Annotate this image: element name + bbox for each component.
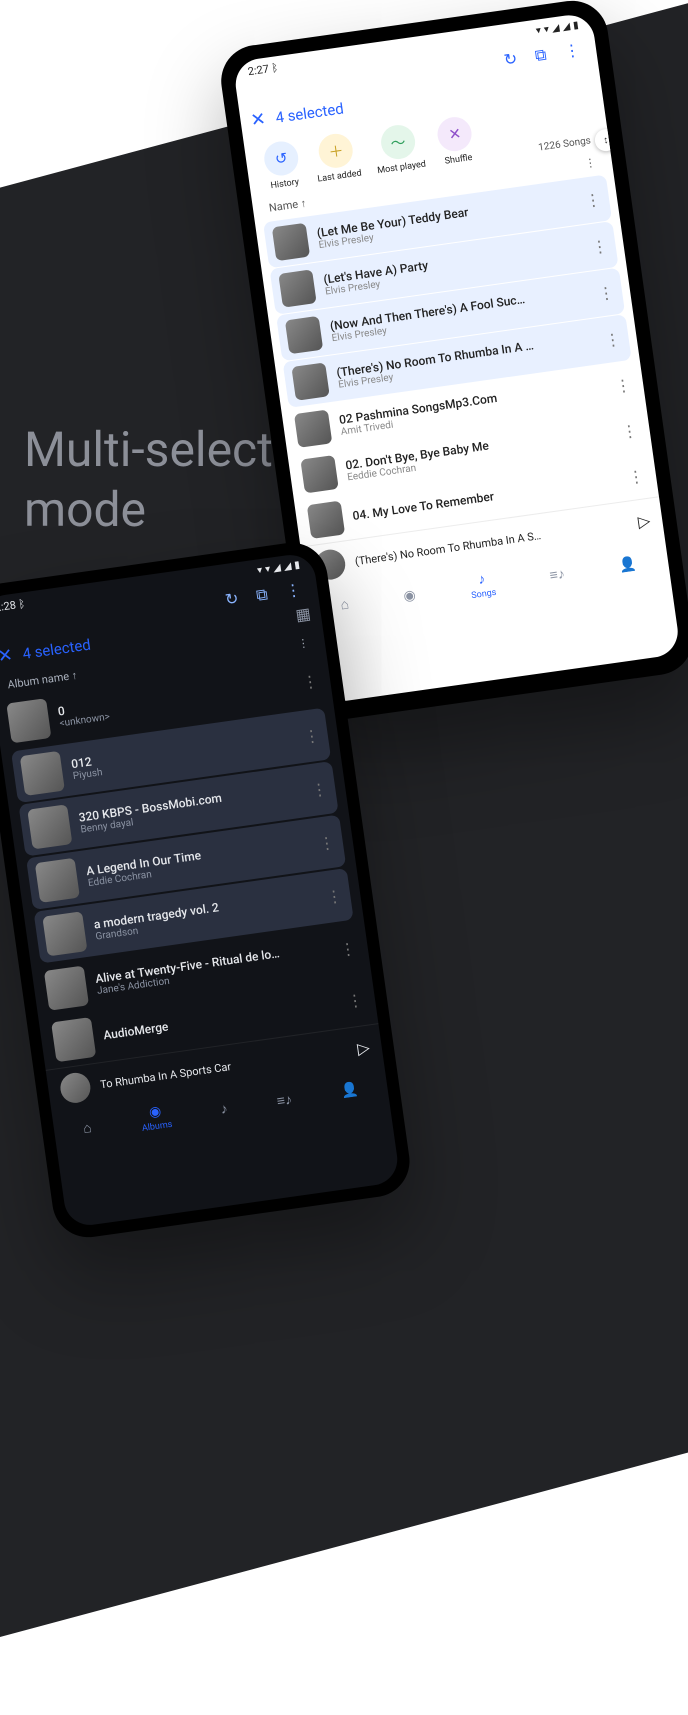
add-playlist-icon[interactable]: ⧉: [534, 45, 548, 66]
album-art: [300, 455, 338, 493]
signal-icon: ◢: [551, 22, 560, 34]
row-overflow-icon[interactable]: ⋮: [627, 466, 645, 487]
row-overflow-icon[interactable]: ⋮: [346, 990, 364, 1011]
nav-label: Albums: [141, 1120, 173, 1134]
nav-home[interactable]: ⌂: [339, 595, 350, 613]
row-overflow-icon[interactable]: ⋮: [301, 671, 319, 692]
refresh-icon[interactable]: ↻: [503, 49, 519, 71]
nav-songs[interactable]: ♪Songs: [468, 569, 497, 601]
wifi-icon: ▾: [264, 563, 271, 575]
row-overflow-icon[interactable]: ⋮: [614, 375, 632, 396]
artist-icon: 👤: [340, 1082, 359, 1100]
wifi-icon: ▾: [256, 564, 263, 576]
chip-label: Last added: [317, 169, 362, 185]
chip-shuffle[interactable]: ✕ Shuffle: [436, 115, 476, 167]
album-art: [44, 966, 89, 1011]
signal-icon: ◢: [272, 562, 281, 574]
chip-label: History: [270, 177, 300, 191]
nav-label: Songs: [471, 588, 497, 601]
status-time: 2:27: [247, 62, 270, 78]
row-overflow-icon[interactable]: ⋮: [338, 938, 356, 959]
signal-icon: ◢: [562, 21, 571, 33]
row-overflow-icon[interactable]: ⋮: [325, 885, 343, 906]
nav-albums[interactable]: ◉Albums: [139, 1102, 173, 1134]
album-art: [294, 409, 332, 447]
nav-songs[interactable]: ♪: [219, 1099, 228, 1117]
now-playing-art: [58, 1071, 92, 1105]
overflow-icon[interactable]: ⋮: [297, 636, 310, 650]
album-art: [42, 911, 87, 956]
album-art: [20, 751, 65, 796]
note-icon: ♪: [477, 570, 486, 588]
refresh-icon[interactable]: ↻: [224, 589, 240, 611]
row-overflow-icon[interactable]: ⋮: [302, 725, 320, 746]
playlist-icon: ≡♪: [548, 565, 565, 584]
nav-home[interactable]: ⌂: [82, 1119, 93, 1137]
album-art: [51, 1017, 96, 1062]
shuffle-icon: ✕: [436, 115, 474, 153]
album-art: [35, 858, 80, 903]
row-overflow-icon[interactable]: ⋮: [310, 779, 328, 800]
nav-artists[interactable]: 👤: [618, 556, 637, 574]
album-art: [27, 804, 72, 849]
plus-icon: ＋: [317, 132, 355, 170]
disc-icon: ◉: [148, 1103, 162, 1121]
bluetooth-icon: ᛒ: [271, 61, 279, 75]
row-overflow-icon[interactable]: ⋮: [620, 420, 638, 441]
sort-label[interactable]: Album name ↑: [7, 669, 78, 692]
row-overflow-icon[interactable]: ⋮: [317, 832, 335, 853]
album-art: [285, 316, 323, 354]
artist-icon: 👤: [618, 556, 637, 574]
home-icon: ⌂: [82, 1119, 93, 1137]
nav-artists[interactable]: 👤: [340, 1082, 359, 1100]
overflow-icon[interactable]: ⋮: [563, 40, 582, 62]
battery-icon: ▮: [294, 559, 301, 571]
row-overflow-icon[interactable]: ⋮: [603, 329, 621, 350]
home-icon: ⌂: [339, 595, 350, 613]
battery-icon: ▮: [572, 19, 579, 31]
album-art: [291, 362, 329, 400]
overflow-icon[interactable]: ⋮: [584, 156, 597, 170]
row-overflow-icon[interactable]: ⋮: [584, 189, 602, 210]
status-time: 2:28: [0, 598, 17, 614]
chip-label: Shuffle: [444, 153, 473, 167]
signal-icon: ◢: [283, 560, 292, 572]
chip-most-played[interactable]: 〜 Most played: [371, 122, 426, 176]
row-overflow-icon[interactable]: ⋮: [590, 236, 608, 257]
nav-playlists[interactable]: ≡♪: [276, 1090, 293, 1109]
chip-history[interactable]: ↺ History: [262, 139, 302, 191]
overflow-icon[interactable]: ⋮: [284, 580, 303, 602]
play-icon[interactable]: ▷: [356, 1037, 371, 1058]
album-art: [6, 698, 51, 743]
album-art: [278, 269, 316, 307]
sort-label[interactable]: Name ↑: [268, 197, 307, 215]
trend-icon: 〜: [379, 123, 417, 161]
grid-view-icon[interactable]: ▦: [294, 604, 312, 625]
chip-last-added[interactable]: ＋ Last added: [312, 131, 363, 185]
close-selection-icon[interactable]: ✕: [249, 108, 267, 131]
wifi-icon: ▾: [535, 25, 542, 37]
album-art: [307, 501, 345, 539]
nav-albums[interactable]: ◉: [402, 587, 416, 605]
nav-playlists[interactable]: ≡♪: [548, 565, 565, 584]
add-playlist-icon[interactable]: ⧉: [255, 584, 269, 605]
close-selection-icon[interactable]: ✕: [0, 644, 14, 667]
play-icon[interactable]: ▷: [637, 510, 652, 531]
history-icon: ↺: [262, 139, 300, 177]
wifi-icon: ▾: [543, 24, 550, 36]
bluetooth-icon: ᛒ: [18, 597, 26, 611]
album-art: [272, 223, 310, 261]
row-overflow-icon[interactable]: ⋮: [597, 282, 615, 303]
playlist-icon: ≡♪: [276, 1090, 293, 1109]
note-icon: ♪: [219, 1099, 228, 1117]
page-heading: Multi-selectmode: [24, 420, 273, 540]
disc-icon: ◉: [402, 587, 416, 605]
